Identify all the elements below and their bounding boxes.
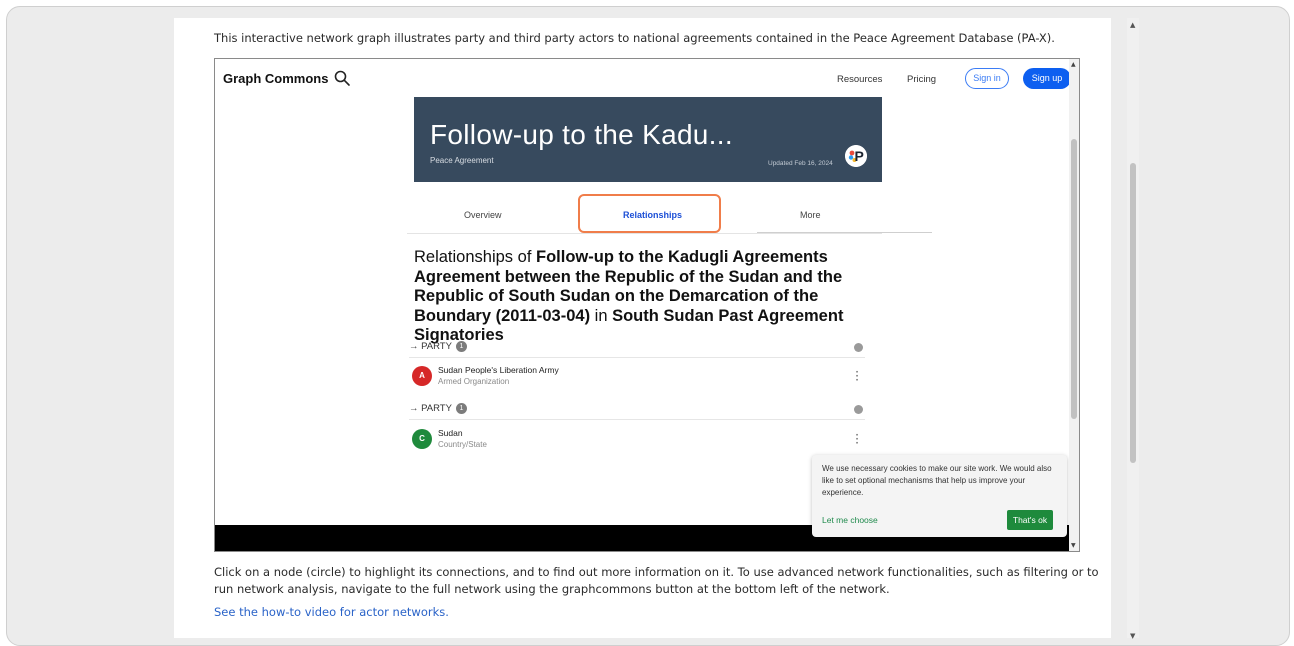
accept-cookies-button[interactable]: That's ok (1007, 510, 1053, 530)
section-count-badge: 1 (455, 403, 467, 414)
scroll-up-arrow-icon[interactable]: ▲ (1130, 21, 1135, 29)
more-vertical-icon[interactable]: · · · (855, 366, 859, 386)
item-name: Sudan People's Liberation Army (438, 365, 559, 375)
page-scrollbar[interactable]: ▲ ▼ (1127, 18, 1139, 640)
list-item[interactable]: A Sudan People's Liberation Army Armed O… (409, 359, 865, 393)
graph-commons-logo[interactable]: Graph Commons (223, 71, 328, 86)
how-to-video-link[interactable]: See the how-to video for actor networks. (214, 605, 449, 619)
sign-up-button[interactable]: Sign up (1023, 68, 1071, 89)
avatar: C (412, 429, 432, 449)
intro-text: This interactive network graph illustrat… (214, 31, 1055, 45)
party-section-header: → PARTY 1 (409, 340, 865, 358)
tab-underline (757, 232, 932, 233)
party-section-header: → PARTY 1 (409, 402, 865, 420)
node-type: Peace Agreement (430, 156, 494, 165)
section-title: → PARTY (409, 341, 452, 352)
item-name: Sudan (438, 428, 463, 438)
cookie-message: We use necessary cookies to make our sit… (822, 464, 1052, 497)
pricing-link[interactable]: Pricing (907, 74, 936, 85)
item-type: Armed Organization (438, 377, 510, 386)
pax-logo-icon: P (845, 145, 867, 167)
scroll-up-arrow-icon[interactable]: ▲ (1071, 61, 1076, 68)
embed-header: Graph Commons Resources Pricing Sign in … (215, 59, 1071, 99)
scroll-down-arrow-icon[interactable]: ▼ (1130, 632, 1135, 640)
list-item[interactable]: C Sudan Country/State · · · (409, 422, 865, 456)
browser-frame: This interactive network graph illustrat… (6, 6, 1290, 646)
item-type: Country/State (438, 440, 487, 449)
let-me-choose-link[interactable]: Let me choose (822, 515, 878, 525)
search-icon[interactable] (333, 69, 351, 87)
instructions-text: Click on a node (circle) to highlight it… (214, 565, 1099, 596)
page-scroll-thumb[interactable] (1130, 163, 1136, 463)
heading-prefix: Relationships of (414, 248, 536, 266)
avatar: A (412, 366, 432, 386)
heading-middle: in (590, 306, 613, 325)
embed-scrollbar[interactable]: ▲ ▼ (1069, 59, 1079, 551)
tab-highlight-outline (578, 194, 721, 233)
resources-link[interactable]: Resources (837, 74, 882, 85)
sign-in-button[interactable]: Sign in (965, 68, 1009, 89)
tab-more[interactable]: More (800, 210, 821, 220)
svg-text:P: P (855, 148, 864, 164)
node-title: Follow-up to the Kadu... (430, 119, 733, 150)
tab-overview[interactable]: Overview (464, 210, 502, 220)
relationships-heading: Relationships of Follow-up to the Kadugl… (414, 248, 884, 346)
cookie-banner: We use necessary cookies to make our sit… (812, 455, 1067, 537)
embed-scroll-thumb[interactable] (1071, 139, 1077, 419)
scroll-down-arrow-icon[interactable]: ▼ (1071, 542, 1076, 549)
section-title: → PARTY (409, 403, 452, 414)
node-header-card: Follow-up to the Kadu... Peace Agreement… (414, 97, 882, 182)
updated-date: Updated Feb 16, 2024 (768, 160, 833, 167)
info-icon[interactable] (854, 405, 863, 414)
section-count-badge: 1 (455, 341, 467, 352)
graph-commons-embed[interactable]: Graph Commons Resources Pricing Sign in … (214, 58, 1080, 552)
page-content: This interactive network graph illustrat… (174, 18, 1111, 638)
more-vertical-icon[interactable]: · · · (855, 429, 859, 449)
info-icon[interactable] (854, 343, 863, 352)
